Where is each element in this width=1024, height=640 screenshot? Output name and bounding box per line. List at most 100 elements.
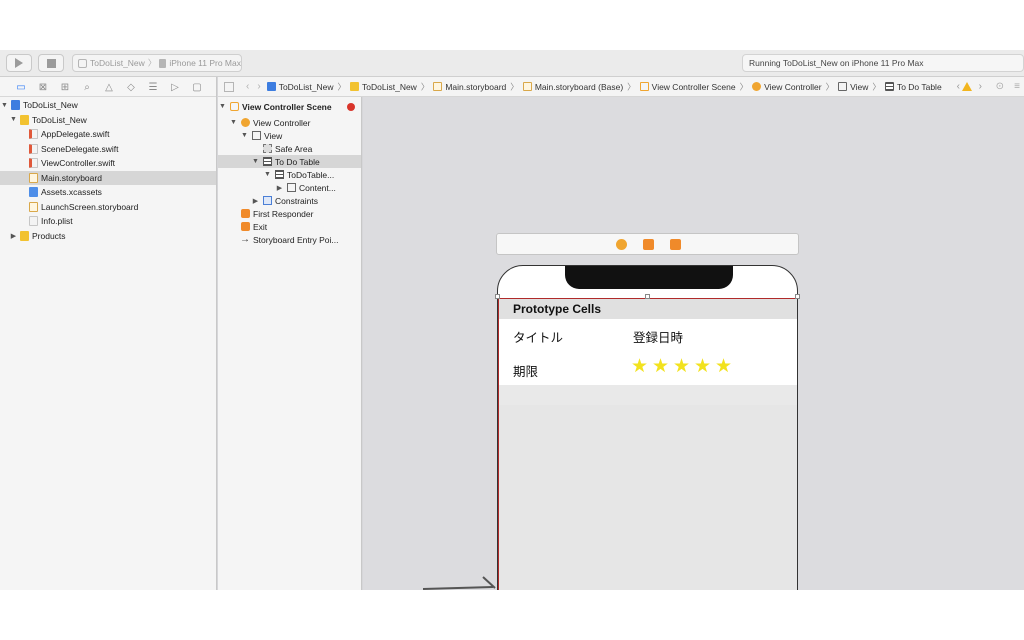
- search-icon[interactable]: ⌕: [80, 81, 94, 93]
- project-icon: [11, 100, 20, 111]
- error-icon[interactable]: [347, 102, 355, 111]
- outline-item-view[interactable]: ▼ View: [218, 129, 361, 142]
- outline-item-viewcontroller[interactable]: ▼ View Controller: [218, 116, 361, 129]
- outline-item-label: Exit: [253, 221, 268, 232]
- date-label[interactable]: 登録日時: [633, 327, 683, 346]
- folder-icon[interactable]: ▭: [14, 81, 28, 93]
- scene-icon: [639, 82, 649, 91]
- swift-file-icon: [29, 129, 38, 140]
- resize-handle[interactable]: [795, 294, 800, 299]
- status-text: Running ToDoList_New on iPhone 11 Pro Ma…: [749, 58, 924, 68]
- outline-item-entrypoint[interactable]: → Storyboard Entry Poi...: [218, 233, 361, 246]
- next-issue-icon[interactable]: ›: [979, 81, 982, 92]
- jump-bar-segment[interactable]: Main.storyboard (Base) 〉: [522, 81, 640, 93]
- entry-point-arrow[interactable]: [423, 575, 503, 590]
- device-notch: [565, 266, 733, 289]
- nav-item-file[interactable]: ViewController.swift: [0, 156, 216, 171]
- report-icon[interactable]: ▢: [190, 81, 204, 93]
- scene-icon: [229, 102, 239, 112]
- hierarchy-icon[interactable]: ⊞: [58, 81, 72, 93]
- resize-handle[interactable]: [645, 294, 650, 299]
- storyboard-canvas[interactable]: Prototype Cells タイトル 登録日時 期限 ★ ★ ★ ★ ★: [363, 97, 1024, 590]
- nav-item-file[interactable]: SceneDelegate.swift: [0, 142, 216, 157]
- outline-item-label: Safe Area: [275, 143, 313, 154]
- prev-issue-icon[interactable]: ‹: [957, 81, 960, 92]
- star-icon[interactable]: ★: [673, 357, 690, 376]
- adjust-editor-icon[interactable]: ≡: [1014, 81, 1020, 92]
- star-icon[interactable]: ★: [694, 357, 711, 376]
- chevron-right-icon: 〉: [337, 81, 347, 92]
- table-cell[interactable]: タイトル 登録日時 期限: [499, 319, 797, 385]
- source-control-icon[interactable]: ⊠: [36, 81, 50, 93]
- grid-icon[interactable]: [224, 81, 234, 92]
- debug-icon[interactable]: ☰: [146, 81, 160, 93]
- exit-icon[interactable]: [670, 239, 681, 250]
- outline-item-cell[interactable]: ▼ ToDoTable...: [218, 168, 361, 181]
- nav-item-file-selected[interactable]: Main.storyboard: [0, 170, 216, 185]
- jump-bar: ‹ › ToDoList_New 〉 ToDoList_New 〉 Main.s…: [218, 77, 1024, 97]
- nav-item-file[interactable]: AppDelegate.swift: [0, 127, 216, 142]
- jump-bar-segment[interactable]: View Controller 〉: [752, 81, 838, 93]
- outline-item-constraints[interactable]: ▶ Constraints: [218, 194, 361, 207]
- iphone-frame: Prototype Cells タイトル 登録日時 期限 ★ ★ ★ ★ ★: [495, 265, 800, 590]
- outline-item-label: View Controller Scene: [242, 101, 332, 112]
- deadline-label[interactable]: 期限: [513, 361, 538, 380]
- chevron-right-icon: 〉: [872, 81, 881, 92]
- view-controller-icon[interactable]: [616, 239, 627, 250]
- star-icon[interactable]: ★: [652, 357, 669, 376]
- jump-bar-segment[interactable]: View 〉: [838, 81, 885, 93]
- disclosure-open-icon: ▼: [264, 171, 271, 178]
- nav-item-file[interactable]: Assets.xcassets: [0, 185, 216, 200]
- folder-icon: [350, 82, 360, 91]
- outline-item-exit[interactable]: Exit: [218, 220, 361, 233]
- folder-icon: [20, 230, 29, 241]
- stop-button[interactable]: [38, 54, 64, 72]
- warning-icon[interactable]: [962, 82, 972, 91]
- view-controller-icon: [752, 82, 762, 91]
- jump-bar-segment[interactable]: ToDoList_New 〉: [266, 81, 350, 93]
- jump-bar-segment[interactable]: To Do Table: [884, 82, 942, 92]
- outline-item-label: View Controller: [253, 117, 311, 128]
- nav-item-label: LaunchScreen.storyboard: [41, 201, 139, 212]
- nav-item-file[interactable]: Info.plist: [0, 214, 216, 229]
- nav-item-project[interactable]: ▼ ToDoList_New: [0, 98, 216, 113]
- jump-bar-segment[interactable]: ToDoList_New 〉: [350, 81, 433, 93]
- jump-bar-label: ToDoList_New: [278, 81, 334, 92]
- outline-item-scene[interactable]: ▼ View Controller Scene: [218, 100, 361, 113]
- nav-item-label: Products: [32, 230, 66, 241]
- nav-item-group[interactable]: ▼ ToDoList_New: [0, 113, 216, 128]
- jump-bar-label: Main.storyboard (Base): [534, 81, 624, 92]
- warning-icon[interactable]: △: [102, 81, 116, 93]
- scene-dock[interactable]: [496, 233, 799, 255]
- jump-bar-segment[interactable]: View Controller Scene 〉: [639, 81, 752, 93]
- test-icon[interactable]: ◇: [124, 81, 138, 93]
- scheme-selector[interactable]: ToDoList_New 〉 iPhone 11 Pro Max: [72, 54, 242, 72]
- star-icon[interactable]: ★: [631, 357, 648, 376]
- outline-item-label: Constraints: [275, 195, 318, 206]
- stop-icon: [46, 58, 56, 68]
- star-icon[interactable]: ★: [715, 357, 732, 376]
- back-icon[interactable]: ‹: [246, 81, 249, 92]
- safe-area-icon: [262, 144, 272, 154]
- view-icon: [251, 131, 261, 141]
- nav-item-group[interactable]: ▶ Products: [0, 229, 216, 244]
- outline-item-firstresponder[interactable]: First Responder: [218, 207, 361, 220]
- to-do-table[interactable]: Prototype Cells タイトル 登録日時 期限 ★ ★ ★ ★ ★: [498, 298, 797, 590]
- jump-bar-label: View Controller Scene: [651, 81, 736, 92]
- jump-bar-segment[interactable]: Main.storyboard 〉: [433, 81, 522, 93]
- run-button[interactable]: [6, 54, 32, 72]
- outline-item-content[interactable]: ▶ Content...: [218, 181, 361, 194]
- outline-item-todotable[interactable]: ▼ To Do Table: [218, 155, 361, 168]
- disclosure-closed-icon: ▶: [276, 184, 283, 192]
- outline-item-safearea[interactable]: Safe Area: [218, 142, 361, 155]
- resize-handle[interactable]: [495, 294, 500, 299]
- forward-icon[interactable]: ›: [257, 81, 260, 92]
- title-label[interactable]: タイトル: [513, 327, 563, 346]
- nav-item-file[interactable]: LaunchScreen.storyboard: [0, 200, 216, 215]
- breakpoint-icon[interactable]: ▷: [168, 81, 182, 93]
- disclosure-closed-icon: ▶: [10, 232, 17, 240]
- view-controller-icon: [240, 118, 250, 128]
- related-items-icon[interactable]: ⊙: [996, 81, 1004, 92]
- disclosure-open-icon: ▼: [10, 116, 17, 124]
- first-responder-icon[interactable]: [643, 239, 654, 250]
